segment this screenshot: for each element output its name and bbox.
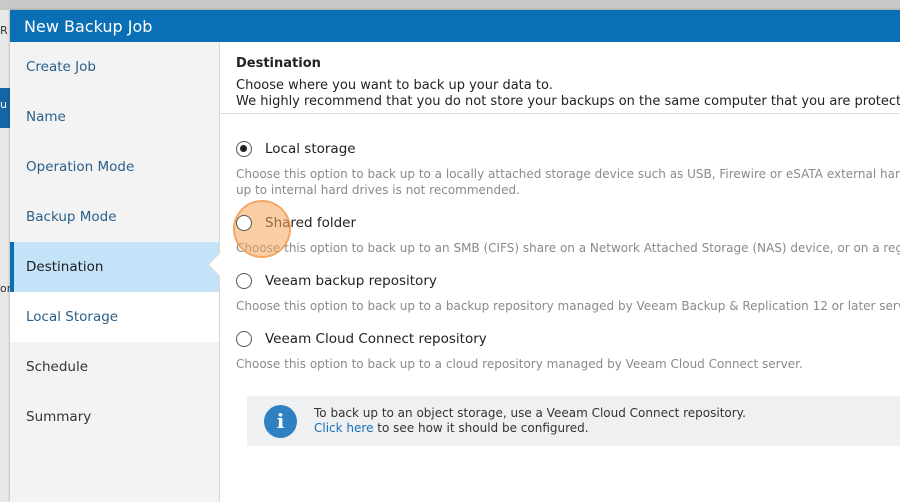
step-name[interactable]: Name (10, 92, 219, 142)
step-schedule: Schedule (26, 359, 89, 375)
step-operation-mode[interactable]: Operation Mode (10, 142, 219, 192)
description-line: Choose this option to back up to a local… (236, 167, 900, 181)
shared-folder-label: Shared folder (265, 215, 357, 231)
veeam-backup-repository-radio[interactable] (236, 273, 252, 289)
background-window-top (0, 0, 900, 10)
description-line: up to internal hard drives is not recomm… (236, 183, 520, 197)
info-box: i To back up to an object storage, use a… (247, 396, 900, 446)
local-storage-label: Local storage (265, 141, 356, 157)
info-icon: i (264, 404, 297, 438)
wizard-steps-sidebar: Create Job Name Operation Mode Backup Mo… (10, 42, 232, 502)
destination-options: Local storage Choose this option to back… (220, 114, 900, 372)
info-line2: Click here to see how it should be confi… (314, 421, 746, 436)
step-local-storage[interactable]: Local Storage (10, 292, 219, 342)
option-veeam-backup-repository[interactable]: Veeam backup repository (236, 270, 900, 292)
step-create-job[interactable]: Create Job (10, 42, 219, 92)
page-header: Destination Choose where you want to bac… (220, 42, 900, 114)
page-title: Destination (236, 56, 321, 71)
page-description-line1: Choose where you want to back up your da… (236, 78, 553, 93)
veeam-backup-repository-label: Veeam backup repository (265, 273, 437, 289)
dialog-title: New Backup Job (10, 10, 900, 42)
info-line2-rest: to see how it should be configured. (373, 421, 589, 435)
local-storage-description: Choose this option to back up to a local… (236, 166, 900, 198)
background-window-edge: R u on (0, 10, 14, 502)
shared-folder-description: Choose this option to back up to an SMB … (236, 241, 900, 255)
info-text: To back up to an object storage, use a V… (314, 406, 746, 436)
shared-folder-radio[interactable] (236, 215, 252, 231)
step-destination[interactable]: Destination (10, 242, 219, 292)
option-veeam-cloud-connect[interactable]: Veeam Cloud Connect repository (236, 328, 900, 350)
info-line1: To back up to an object storage, use a V… (314, 406, 746, 420)
step-summary: Summary (26, 409, 92, 425)
veeam-cloud-connect-description: Choose this option to back up to a cloud… (236, 357, 803, 371)
veeam-backup-repository-description: Choose this option to back up to a backu… (236, 299, 900, 313)
option-shared-folder[interactable]: Shared folder (233, 200, 900, 258)
click-here-link[interactable]: Click here (314, 421, 373, 435)
step-backup-mode[interactable]: Backup Mode (10, 192, 219, 242)
page-description-line2: We highly recommend that you do not stor… (236, 94, 900, 109)
option-local-storage[interactable]: Local storage (236, 138, 900, 160)
veeam-cloud-connect-label: Veeam Cloud Connect repository (265, 331, 487, 347)
background-text-fragment: u (0, 98, 7, 111)
local-storage-radio[interactable] (236, 141, 252, 157)
veeam-cloud-connect-radio[interactable] (236, 331, 252, 347)
new-backup-job-dialog: New Backup Job Create Job Name Operation… (10, 10, 900, 502)
background-text-fragment: R (0, 24, 8, 37)
destination-page: Destination Choose where you want to bac… (220, 42, 900, 502)
